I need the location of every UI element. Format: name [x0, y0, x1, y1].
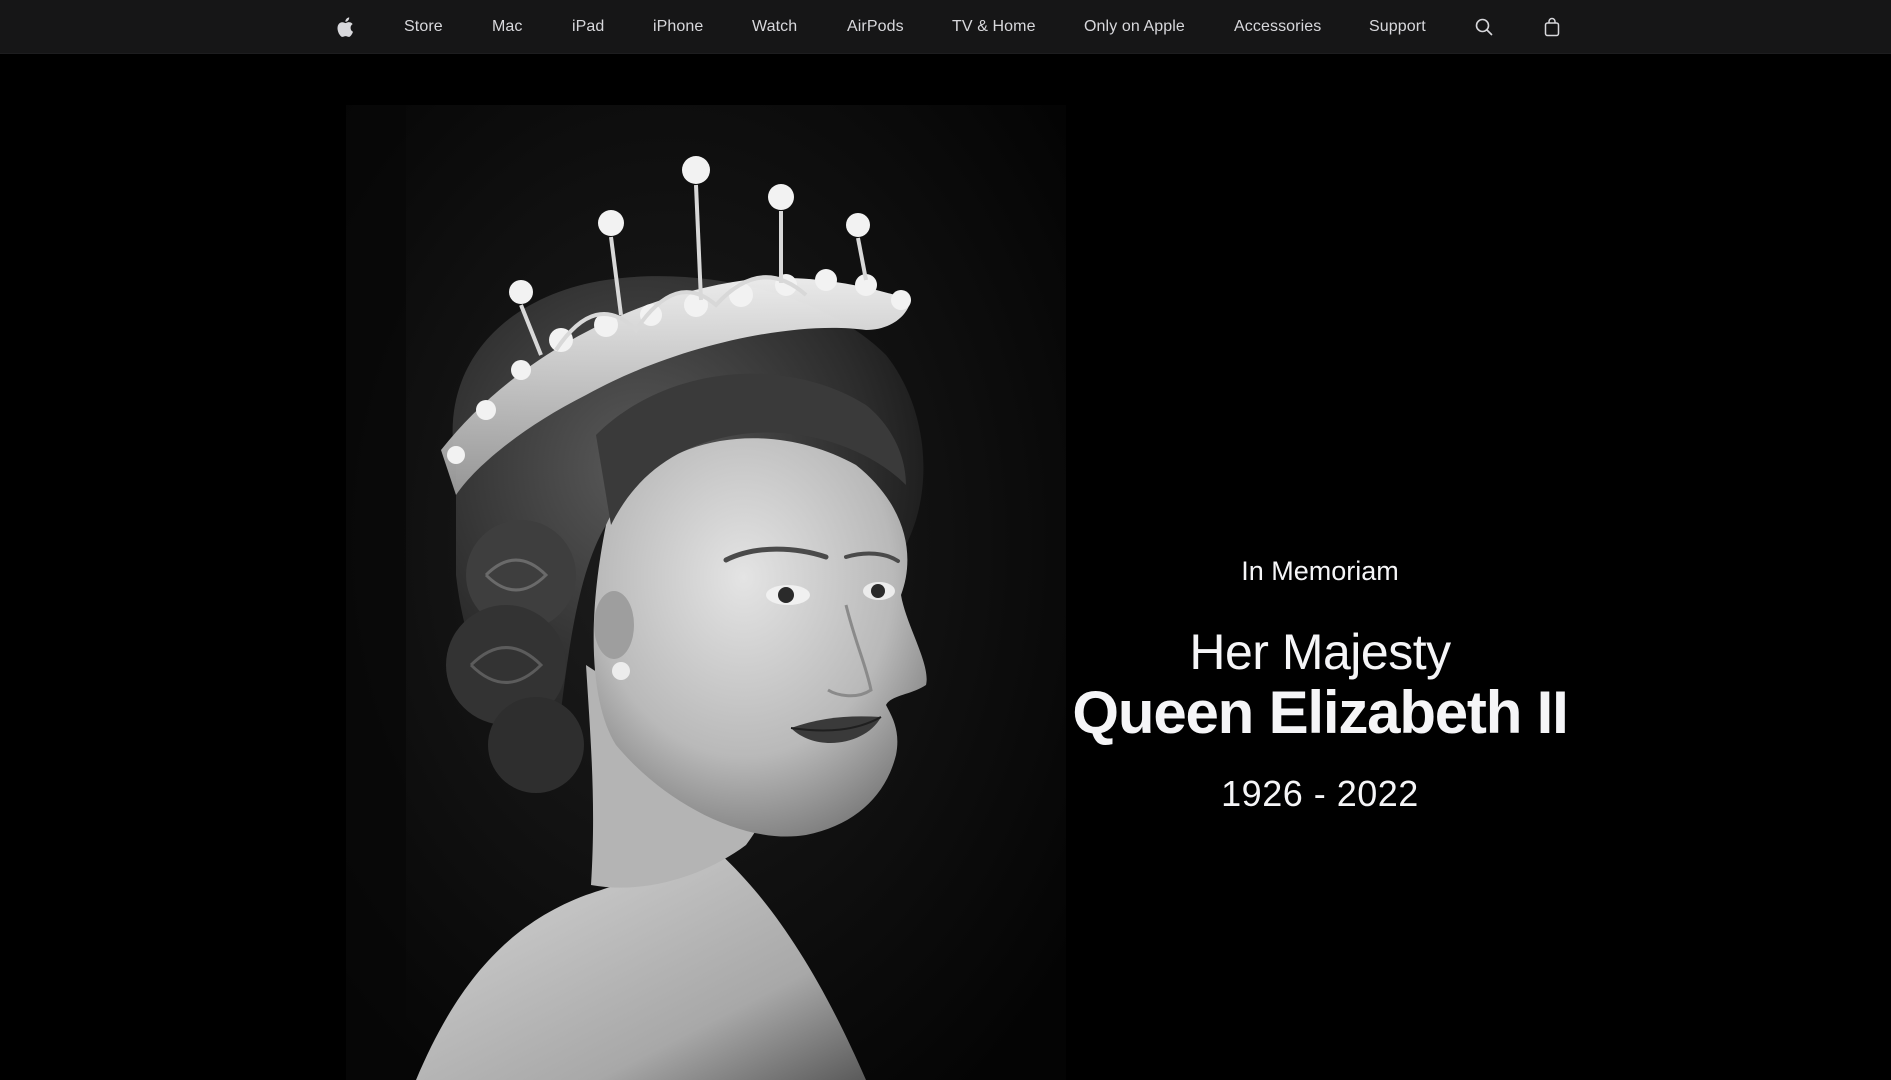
memoriam-hero: In Memoriam Her Majesty Queen Elizabeth … [0, 54, 1891, 1080]
nav-item-airpods[interactable]: AirPods [847, 0, 904, 54]
nav-item-accessories[interactable]: Accessories [1234, 0, 1321, 54]
nav-item-mac[interactable]: Mac [492, 0, 523, 54]
global-nav: Store Mac iPad iPhone Watch AirPods TV &… [0, 0, 1891, 54]
memoriam-kicker: In Memoriam [1241, 556, 1399, 586]
life-years: 1926 - 2022 [1221, 773, 1419, 814]
nav-item-only-on-apple[interactable]: Only on Apple [1084, 0, 1185, 54]
queen-portrait-image [346, 105, 1066, 1080]
nav-item-watch[interactable]: Watch [752, 0, 797, 54]
search-icon[interactable] [1473, 0, 1495, 54]
nav-item-store[interactable]: Store [404, 0, 443, 54]
nav-item-ipad[interactable]: iPad [572, 0, 604, 54]
honorific-title: Her Majesty [1189, 624, 1451, 680]
nav-item-tv-home[interactable]: TV & Home [952, 0, 1036, 54]
nav-item-support[interactable]: Support [1369, 0, 1426, 54]
memoriam-name: Queen Elizabeth II [1072, 679, 1568, 746]
shopping-bag-icon[interactable] [1543, 0, 1561, 54]
apple-logo-icon[interactable] [333, 0, 357, 54]
nav-item-iphone[interactable]: iPhone [653, 0, 703, 54]
